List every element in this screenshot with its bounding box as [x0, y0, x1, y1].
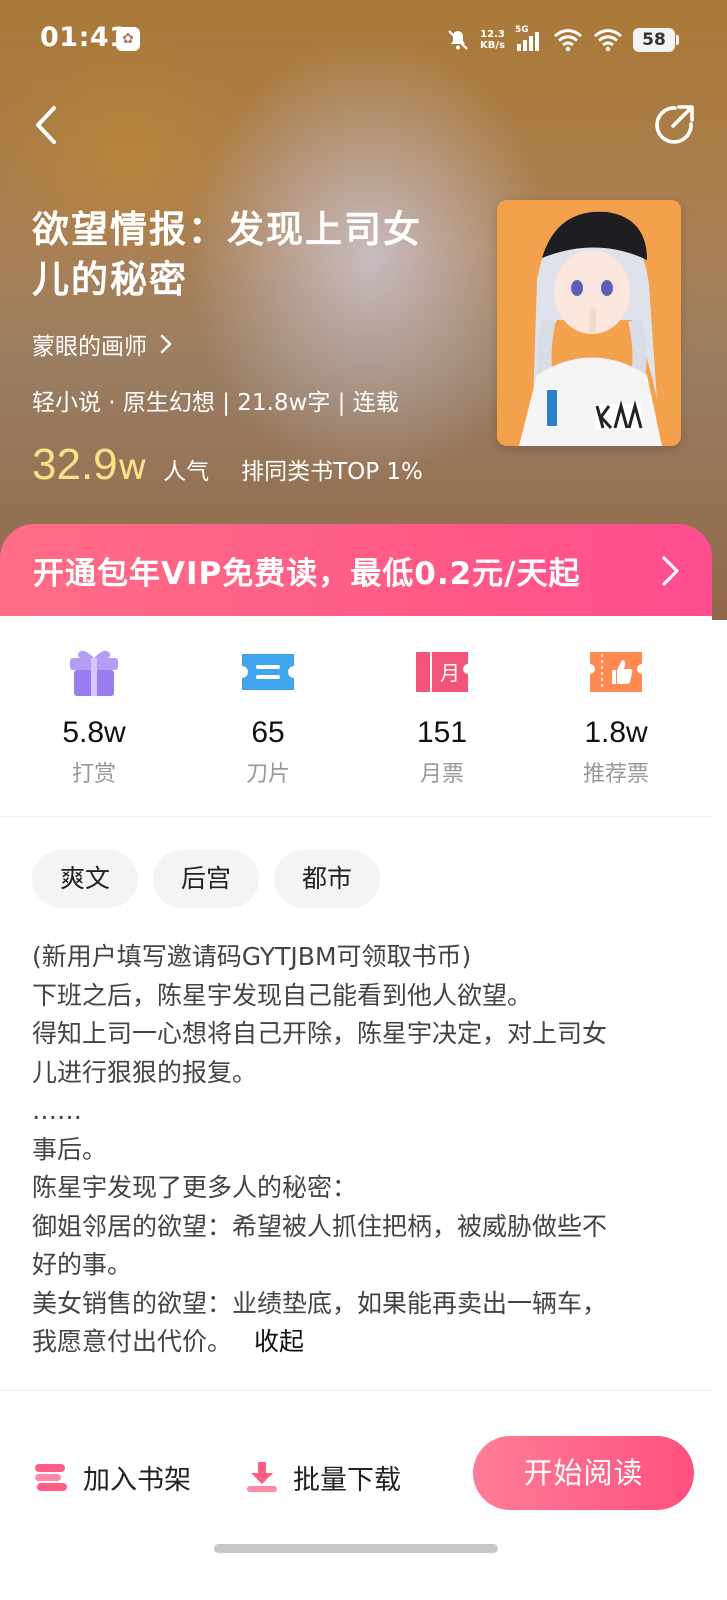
description-line: 御姐邻居的欲望：希望被人抓住把柄，被威胁做些不: [32, 1211, 608, 1241]
cover-illustration: [497, 200, 681, 446]
book-title: 欲望情报：发现上司女儿的秘密: [32, 208, 422, 301]
cellular-signal-icon: 5G: [515, 25, 543, 53]
rank-text: 排同类书TOP 1%: [241, 459, 423, 485]
description-line: 儿进行狠狠的报复。: [32, 1057, 258, 1087]
book-description: (新用户填写邀请码GYTJBM可领取书币) 下班之后，陈星宇发现自己能看到他人欲…: [32, 938, 682, 1362]
status-icons: 12.3 KB/s 5G 58: [446, 24, 679, 56]
bookshelf-icon: [35, 1464, 67, 1491]
description-line: 得知上司一心想将自己开除，陈星宇决定，对上司女: [32, 1019, 608, 1048]
chevron-right-icon: [160, 334, 172, 354]
popularity-value: 32.9: [32, 440, 118, 489]
vip-banner[interactable]: 开通包年VIP免费读，最低0.2元/天起: [0, 524, 712, 616]
tag-list: 爽文 后宫 都市: [32, 850, 381, 908]
tag-chip[interactable]: 后宫: [153, 850, 260, 908]
mute-bell-icon: [448, 30, 468, 50]
vip-banner-text: 开通包年VIP免费读，最低0.2元/天起: [33, 555, 581, 592]
author-name: 蒙眼的画师: [32, 334, 147, 360]
description-line: 我愿意付出代价。: [32, 1327, 233, 1356]
download-icon: [247, 1462, 277, 1492]
stat-value: 1.8w: [584, 716, 648, 749]
stat-reward[interactable]: 5.8w 打赏: [7, 644, 181, 788]
notification-app-icon: ✿: [116, 27, 140, 51]
divider: [0, 816, 712, 817]
stat-label: 刀片: [245, 762, 290, 787]
collapse-button[interactable]: 收起: [254, 1327, 304, 1356]
network-speed-value: 12.3: [480, 29, 505, 40]
battery-indicator: 58: [633, 28, 679, 52]
batch-download-button[interactable]: 批量下载: [245, 1452, 401, 1502]
popularity-unit: w: [117, 447, 148, 488]
stat-label: 打赏: [71, 762, 116, 787]
add-to-shelf-button[interactable]: 加入书架: [33, 1452, 191, 1502]
recommend-ticket-icon: [590, 652, 642, 692]
author-link[interactable]: 蒙眼的画师: [32, 327, 173, 361]
stat-value: 5.8w: [62, 716, 126, 749]
wifi-icon: [554, 29, 582, 52]
tag-chip[interactable]: 爽文: [32, 850, 139, 908]
description-last-line: 我愿意付出代价。 收起: [32, 1323, 682, 1362]
divider: [0, 1390, 712, 1391]
monthly-ticket-glyph: 月: [440, 661, 460, 685]
description-line: 美女销售的欲望：业绩垫底，如果能再卖出一辆车，: [32, 1288, 608, 1318]
stat-label: 推荐票: [582, 762, 649, 787]
home-indicator[interactable]: [214, 1544, 498, 1553]
description-line: 好的事。: [32, 1250, 133, 1279]
chevron-right-icon: [662, 556, 679, 586]
batch-download-label: 批量下载: [293, 1464, 401, 1496]
add-to-shelf-label: 加入书架: [83, 1464, 191, 1496]
stat-value: 65: [251, 716, 285, 749]
blade-ticket-icon: [242, 654, 294, 690]
stat-blades[interactable]: 65 刀片: [181, 644, 355, 788]
stat-recommend-ticket[interactable]: 1.8w 推荐票: [529, 644, 703, 788]
book-meta: 轻小说 · 原生幻想 | 21.8w字 | 连载: [32, 390, 399, 416]
start-reading-button[interactable]: 开始阅读: [473, 1436, 694, 1510]
status-bar: 01:41 ✿ 12.3 KB/s 5G 58: [0, 0, 727, 80]
description-line: 事后。: [32, 1134, 108, 1164]
stat-label: 月票: [419, 762, 464, 787]
stat-monthly-ticket[interactable]: 月 151 月票: [355, 644, 529, 788]
network-speed: 12.3 KB/s: [480, 29, 505, 51]
monthly-ticket-icon: 月: [416, 652, 468, 692]
back-arrow-icon[interactable]: [28, 100, 68, 150]
description-line: 陈星宇发现了更多人的秘密：: [32, 1173, 358, 1202]
wifi-icon-2: [594, 29, 622, 52]
stat-value: 151: [416, 716, 468, 749]
book-cover[interactable]: [497, 200, 681, 446]
stats-row: 5.8w 打赏 65 刀片 月 151 月票 1.8w 推荐票: [0, 616, 712, 816]
share-icon[interactable]: [651, 102, 697, 148]
description-line: (新用户填写邀请码GYTJBM可领取书币): [32, 942, 472, 971]
gift-icon: [70, 650, 118, 696]
description-line: ……: [32, 1096, 82, 1125]
network-speed-unit: KB/s: [480, 40, 505, 51]
tag-chip[interactable]: 都市: [274, 850, 381, 908]
bottom-action-bar: 加入书架 批量下载 开始阅读: [0, 1412, 727, 1600]
popularity-row: 32.9 w 人气 排同类书TOP 1%: [32, 440, 423, 490]
popularity-label: 人气: [163, 459, 210, 485]
description-line: 下班之后，陈星宇发现自己能看到他人欲望。: [32, 980, 533, 1010]
